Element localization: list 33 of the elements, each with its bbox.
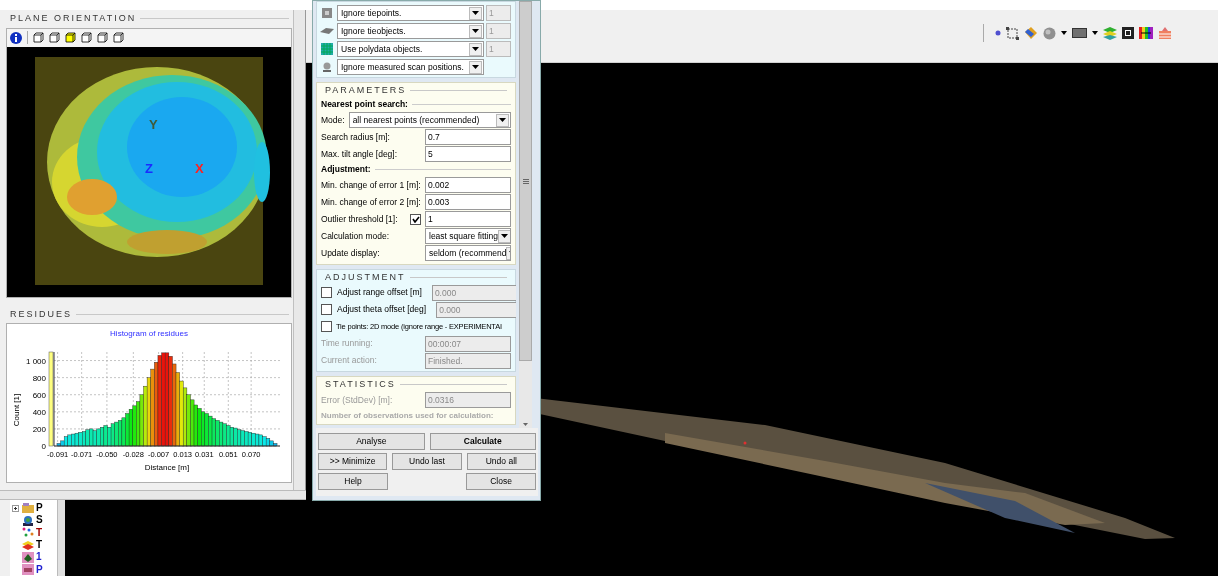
field-label: Calculation mode: — [321, 229, 390, 243]
field-label: Min. change of error 1 [m]: — [321, 178, 421, 192]
y-axis-title: Count [1] — [12, 393, 21, 427]
tick-label: 1 000 — [25, 356, 46, 366]
group-title: ADJUSTMENT — [325, 270, 406, 284]
axis-label: Z — [145, 161, 153, 175]
group-title: PARAMETERS — [325, 84, 407, 97]
field-label: Adjust range offset [m] — [337, 286, 422, 299]
field-label: Max. tilt angle [deg]: — [321, 147, 398, 161]
field-label: Time running: — [321, 337, 373, 350]
section-heading: Number of observations used for calculation: — [321, 410, 494, 422]
tick-label: 600 — [32, 390, 46, 400]
tick-label: 0 — [41, 442, 46, 451]
x-axis-title: Distance [m] — [144, 463, 190, 472]
field-label: Outlier threshold [1]: — [321, 212, 398, 226]
axis-label: X — [195, 161, 204, 175]
field-label: Min. change of error 2 [m]: — [321, 195, 421, 209]
panel-title: PLANE ORIENTATION — [10, 12, 137, 25]
tick-label: 400 — [32, 407, 46, 417]
section-heading: Adjustment: — [321, 163, 371, 176]
panel-title: RESIDUES — [10, 307, 72, 321]
field-label: Mode: — [321, 113, 345, 127]
section-heading: Nearest point search: — [321, 98, 408, 111]
field-label: Search radius [m]: — [321, 130, 390, 144]
field-label: Adjust theta offset [deg] — [337, 303, 427, 316]
tick-label: 800 — [32, 373, 46, 383]
axis-label: Y — [149, 117, 158, 131]
tick-label: 200 — [32, 424, 46, 434]
group-title: STATISTICS — [325, 378, 396, 391]
chart-title: Histogram of residues — [110, 328, 188, 340]
field-label: Current action: — [321, 354, 377, 367]
field-label: Error (StdDev) [m]: — [321, 393, 393, 407]
field-label: Update display: — [321, 246, 380, 260]
